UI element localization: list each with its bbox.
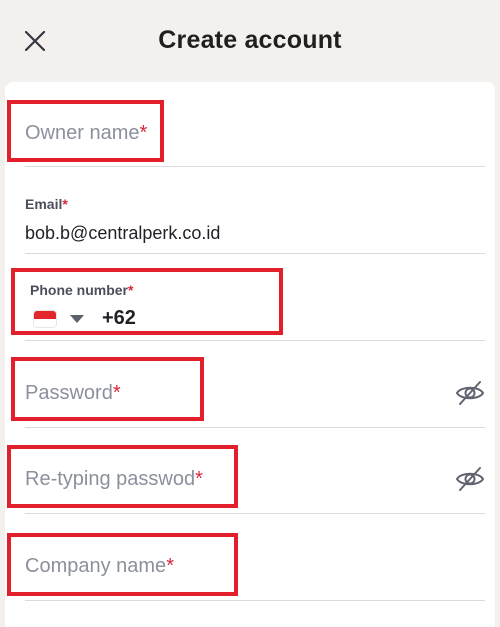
divider: [25, 166, 485, 167]
divider: [25, 253, 485, 254]
header: Create account: [0, 0, 500, 82]
eye-off-icon[interactable]: [455, 378, 485, 408]
page-title: Create account: [158, 26, 342, 54]
highlight-box-owner-name: [7, 100, 164, 162]
divider: [25, 600, 485, 601]
highlight-box-password: [11, 357, 204, 421]
highlight-box-phone: [11, 268, 283, 335]
divider: [25, 427, 485, 428]
email-value: bob.b@centralperk.co.id: [25, 223, 221, 243]
divider: [25, 340, 485, 341]
divider: [25, 513, 485, 514]
highlight-box-company-name: [7, 533, 238, 596]
required-asterisk: *: [62, 196, 68, 212]
create-account-screen: Create account Owner name* Email* bob.b@…: [0, 0, 500, 627]
email-label: Email*: [25, 196, 68, 212]
eye-off-icon[interactable]: [455, 464, 485, 494]
highlight-box-retype-password: [7, 445, 238, 508]
email-field[interactable]: Email* bob.b@centralperk.co.id: [25, 186, 485, 254]
